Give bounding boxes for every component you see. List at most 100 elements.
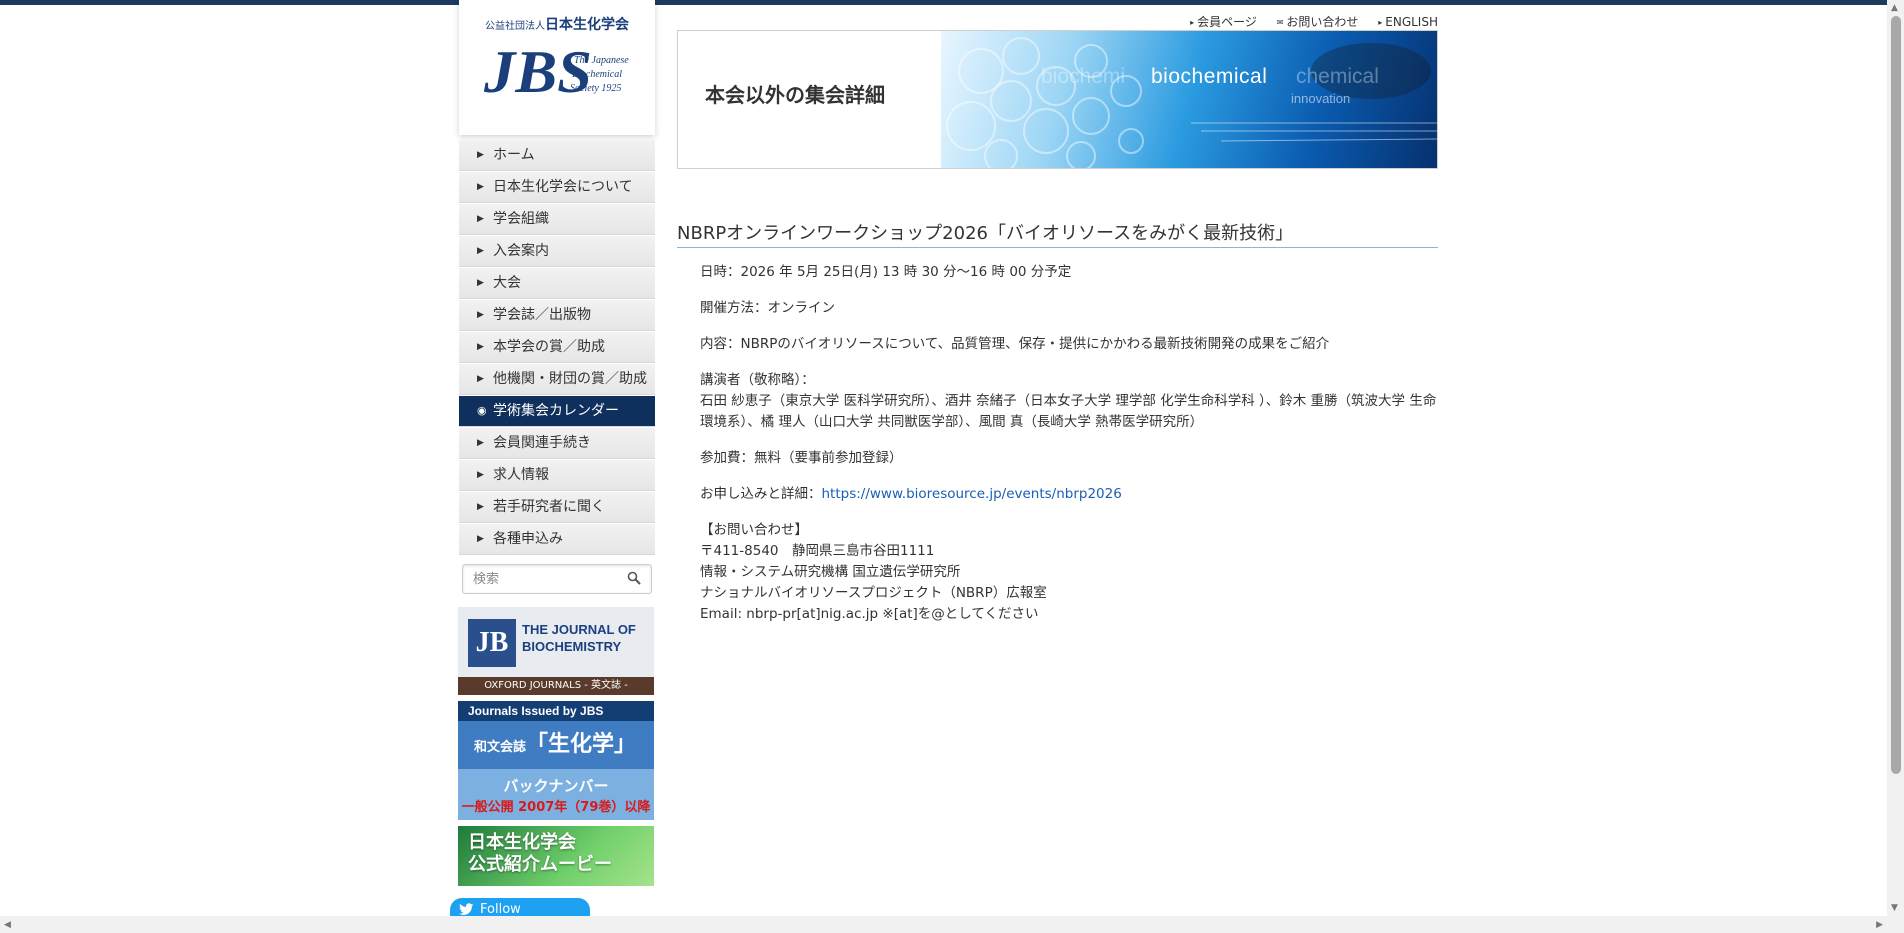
search-input[interactable]: [471, 565, 625, 593]
jb-banner-line1: THE JOURNAL OF: [522, 622, 636, 637]
arrow-right-icon: ▶: [477, 502, 484, 512]
sidebar-item-11[interactable]: ▶ 求人情報: [459, 460, 655, 491]
contact-address: 〒411-8540 静岡県三島市谷田1111: [700, 543, 935, 559]
contact-email: Email: nbrp-pr[at]nig.ac.jp ※[at]を@としてくだ…: [700, 606, 1039, 622]
journal-of-biochemistry-banner[interactable]: JB THE JOURNAL OF BIOCHEMISTRY OXFORD JO…: [458, 607, 654, 695]
seika-banner-big: 「生化学」: [526, 732, 637, 757]
contact-title: 【お問い合わせ】: [700, 522, 808, 538]
contact-label: お問い合わせ: [1286, 15, 1359, 29]
event-fee: 参加費：無料（要事前参加登録）: [700, 450, 903, 466]
arrow-right-icon: ▶: [477, 470, 484, 480]
jbs-logo-mark: JBS The Japanese Biochemical Society 192…: [484, 40, 629, 102]
sidebar-item-label: 会員関連手続き: [493, 435, 591, 451]
sidebar-item-13[interactable]: ▶ 各種申込み: [459, 524, 655, 555]
arrow-right-icon: ▶: [477, 182, 484, 192]
vertical-scrollbar[interactable]: ▲ ▼: [1887, 0, 1904, 916]
sidebar-item-label: 各種申込み: [493, 531, 563, 547]
sidebar-item-label: ホーム: [493, 147, 535, 163]
vertical-scroll-thumb[interactable]: [1891, 16, 1901, 774]
event-title: NBRPオンラインワークショップ2026「バイオリソースをみがく最新技術」: [677, 219, 1438, 248]
seika-banner-title: 和文会誌「生化学」: [458, 721, 654, 769]
apply-link[interactable]: https://www.bioresource.jp/events/nbrp20…: [822, 486, 1122, 502]
search-icon[interactable]: [627, 571, 641, 585]
jb-banner-line2: BIOCHEMISTRY: [522, 639, 622, 654]
speakers-list: 石田 紗恵子（東京大学 医科学研究所）、酒井 奈緒子（日本女子大学 理学部 化学…: [700, 393, 1437, 430]
scroll-left-icon[interactable]: ◀: [4, 920, 11, 930]
seikagaku-banner[interactable]: Journals Issued by JBS 和文会誌「生化学」 バックナンバー…: [458, 701, 654, 820]
contact-org2: ナショナルバイオリソースプロジェクト（NBRP）広報室: [700, 585, 1047, 601]
sidebar-item-label: 本学会の賞／助成: [493, 339, 605, 355]
seika-backnumber: バックナンバー 一般公開 2007年（79巻）以降: [458, 769, 654, 820]
sidebar-item-4[interactable]: ▶ 入会案内: [459, 236, 655, 267]
scroll-up-icon[interactable]: ▲: [1891, 3, 1898, 13]
logo-tagline-3: Society 1925: [570, 83, 621, 94]
contact-link[interactable]: ✉ お問い合わせ: [1277, 15, 1359, 29]
event-contact: 【お問い合わせ】 〒411-8540 静岡県三島市谷田1111 情報・システム研…: [700, 520, 1438, 625]
member-page-label: 会員ページ: [1197, 15, 1257, 29]
arrow-right-icon: ▶: [477, 150, 484, 160]
event-content: 内容：NBRPのバイオリソースについて、品質管理、保存・提供にかかわる最新技術開…: [700, 336, 1330, 352]
top-accent-bar: [0, 0, 1904, 5]
arrow-right-icon: ▶: [477, 310, 484, 320]
scroll-right-icon[interactable]: ▶: [1876, 920, 1883, 930]
utility-links: ▸ 会員ページ ✉ お問い合わせ ▸ ENGLISH: [1174, 13, 1438, 30]
arrow-right-icon: ▶: [477, 246, 484, 256]
arrow-right-icon: ▶: [477, 438, 484, 448]
sidebar-item-label: 他機関・財団の賞／助成: [493, 371, 647, 387]
scroll-down-icon[interactable]: ▼: [1891, 903, 1898, 913]
hero-cell-pattern: [946, 37, 1437, 168]
jb-logo: JB: [468, 619, 516, 667]
speakers-label: 講演者（敬称略）：: [700, 372, 815, 388]
english-label: ENGLISH: [1385, 15, 1438, 29]
contact-org1: 情報・システム研究機構 国立遺伝学研究所: [700, 564, 961, 580]
twitter-bird-icon: [459, 903, 474, 915]
site-logo[interactable]: 公益社団法人日本生化学会 JBS The Japanese Biochemica…: [459, 0, 655, 135]
sidebar-item-label: 学会組織: [493, 211, 549, 227]
event-date: 日時：2026 年 5月 25日(月) 13 時 30 分～16 時 00 分予…: [700, 264, 1072, 280]
apply-label: お申し込みと詳細：: [700, 486, 822, 502]
seika-banner-header: Journals Issued by JBS: [458, 701, 654, 721]
sidebar-item-1[interactable]: ▶ ホーム: [459, 140, 655, 171]
hero-word-faded-right: chemical: [1296, 65, 1379, 88]
horizontal-scrollbar[interactable]: ◀ ▶: [0, 916, 1904, 933]
intro-movie-banner[interactable]: 日本生化学会 公式紹介ムービー: [458, 826, 654, 886]
event-method: 開催方法：オンライン: [700, 300, 835, 316]
sidebar-item-label: 大会: [493, 275, 521, 291]
event-apply: お申し込みと詳細：https://www.bioresource.jp/even…: [700, 484, 1438, 505]
arrow-right-icon: ▶: [477, 342, 484, 352]
hero-word: biochemical: [1151, 65, 1268, 88]
arrow-right-icon: ▶: [477, 214, 484, 224]
mail-icon: ✉: [1276, 18, 1284, 27]
current-bullet-icon: ◉: [477, 404, 487, 417]
sidebar-item-2[interactable]: ▶ 日本生化学会について: [459, 172, 655, 203]
jb-banner-title: THE JOURNAL OF BIOCHEMISTRY: [522, 621, 636, 655]
page-hero: 本会以外の集会詳細 biochemi biochemical chemical …: [677, 30, 1438, 169]
sidebar-item-label: 日本生化学会について: [493, 179, 633, 195]
hero-image: biochemi biochemical chemical innovation: [941, 31, 1437, 168]
seika-backnumber-note: 一般公開 2007年（79巻）以降: [461, 800, 651, 815]
sidebar-item-10[interactable]: ▶ 会員関連手続き: [459, 428, 655, 459]
logo-org-name: 公益社団法人日本生化学会: [459, 14, 655, 34]
sidebar-item-6[interactable]: ▶ 学会誌／出版物: [459, 300, 655, 331]
arrow-icon: ▸: [1190, 18, 1195, 27]
main-nav: ▶ ホーム ▶ 日本生化学会について ▶ 学会組織 ▶ 入会案内 ▶ 大会 ▶ 学会誌／出版物 ▶ 本学会…: [459, 140, 655, 555]
follow-label: Follow: [480, 902, 521, 917]
sidebar-item-3[interactable]: ▶ 学会組織: [459, 204, 655, 235]
sidebar-item-8[interactable]: ▶ 他機関・財団の賞／助成: [459, 364, 655, 395]
sidebar-item-5[interactable]: ▶ 大会: [459, 268, 655, 299]
event-speakers: 講演者（敬称略）： 石田 紗恵子（東京大学 医科学研究所）、酒井 奈緒子（日本女…: [700, 370, 1438, 433]
member-page-link[interactable]: ▸ 会員ページ: [1190, 15, 1257, 29]
sidebar: 公益社団法人日本生化学会 JBS The Japanese Biochemica…: [458, 0, 655, 886]
hero-word-faded-left: biochemi: [1041, 65, 1126, 88]
logo-org-title: 日本生化学会: [545, 17, 629, 33]
sidebar-item-label: 学術集会カレンダー: [493, 403, 619, 419]
page-title: 本会以外の集会詳細: [705, 83, 885, 107]
seika-banner-small: 和文会誌: [474, 740, 527, 755]
sidebar-item-7[interactable]: ▶ 本学会の賞／助成: [459, 332, 655, 363]
movie-banner-line2: 公式紹介ムービー: [468, 854, 612, 875]
sidebar-item-9[interactable]: ◉ 学術集会カレンダー: [459, 396, 655, 427]
english-link[interactable]: ▸ ENGLISH: [1378, 15, 1438, 29]
sidebar-item-label: 求人情報: [493, 467, 549, 483]
arrow-right-icon: ▶: [477, 374, 484, 384]
sidebar-item-12[interactable]: ▶ 若手研究者に聞く: [459, 492, 655, 523]
